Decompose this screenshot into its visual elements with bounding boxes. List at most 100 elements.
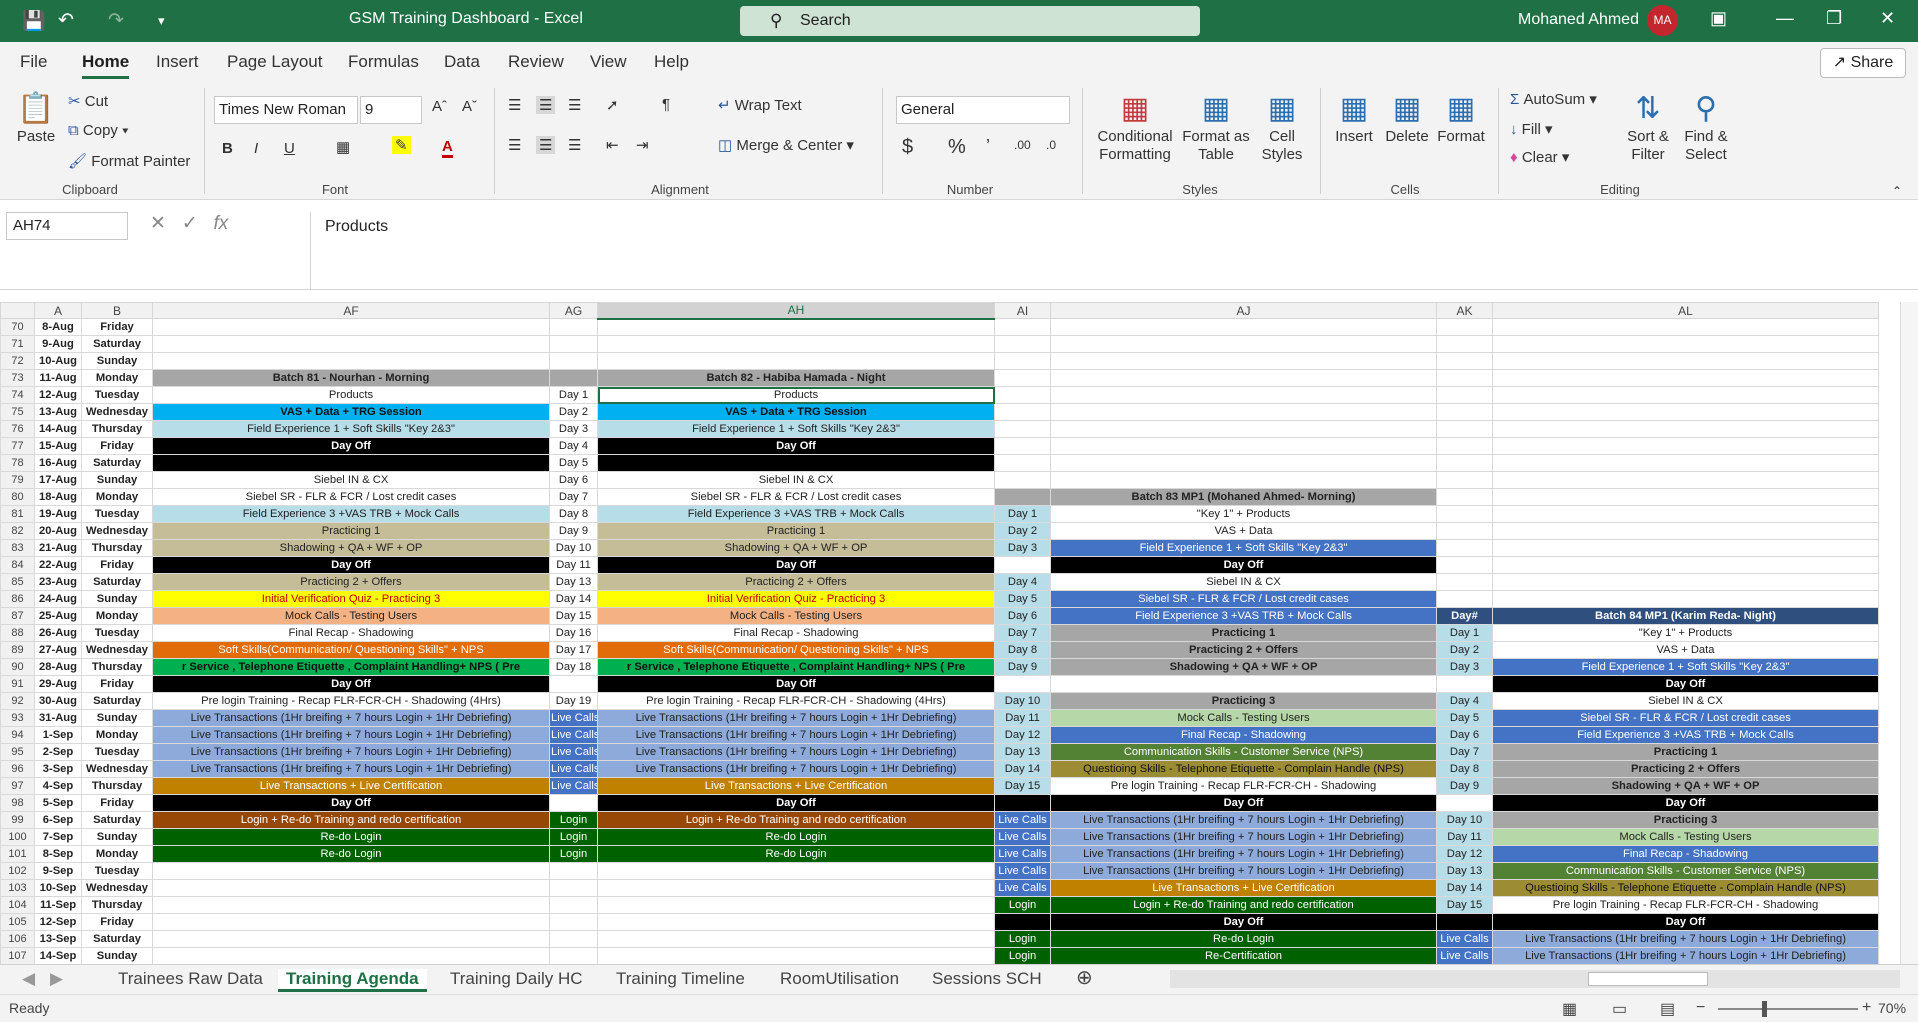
agenda-cell[interactable] <box>1436 522 1493 540</box>
row-header[interactable]: 84 <box>0 556 35 574</box>
agenda-cell[interactable]: Communication Skills - Customer Service … <box>1050 743 1437 761</box>
align-top-icon[interactable]: ☰ <box>508 96 521 114</box>
agenda-cell[interactable]: Live Calls <box>994 811 1051 829</box>
row-header[interactable]: 92 <box>0 692 35 710</box>
agenda-cell[interactable]: Pre login Training - Recap FLR-FCR-CH - … <box>1050 777 1437 795</box>
agenda-cell[interactable]: Day 10 <box>549 539 598 557</box>
agenda-cell[interactable]: Day 1 <box>994 505 1051 523</box>
agenda-cell[interactable] <box>597 335 995 353</box>
agenda-cell[interactable]: Day 7 <box>994 624 1051 642</box>
agenda-cell[interactable]: Login <box>549 828 598 846</box>
row-header[interactable]: 101 <box>0 845 35 863</box>
wrap-text-button[interactable]: ↵ Wrap Text <box>718 96 802 114</box>
agenda-cell[interactable]: Day 6 <box>994 607 1051 625</box>
agenda-cell[interactable]: Final Recap - Shadowing <box>1492 845 1879 863</box>
agenda-cell[interactable]: Day 12 <box>1436 845 1493 863</box>
date-cell[interactable]: 9-Sep <box>34 862 82 880</box>
agenda-cell[interactable]: Final Recap - Shadowing <box>597 624 995 642</box>
agenda-cell[interactable] <box>549 335 598 353</box>
zoom-slider[interactable] <box>1718 1008 1858 1010</box>
agenda-cell[interactable]: Live Transactions (1Hr breifing + 7 hour… <box>597 709 995 727</box>
agenda-cell[interactable]: VAS + Data <box>1050 522 1437 540</box>
undo-icon[interactable]: ↶ <box>58 9 74 32</box>
agenda-cell[interactable]: Mock Calls - Testing Users <box>1492 828 1879 846</box>
agenda-cell[interactable] <box>152 335 550 353</box>
agenda-cell[interactable]: Practicing 2 + Offers <box>597 573 995 591</box>
agenda-cell[interactable]: Day Off <box>152 556 550 574</box>
agenda-cell[interactable] <box>994 369 1051 387</box>
agenda-cell[interactable]: Live Calls <box>994 845 1051 863</box>
shrink-font-icon[interactable]: Aˇ <box>462 98 477 115</box>
agenda-cell[interactable] <box>1492 590 1879 608</box>
weekday-cell[interactable]: Friday <box>81 675 153 693</box>
agenda-cell[interactable]: Soft Skills(Communication/ Questioning S… <box>152 641 550 659</box>
agenda-cell[interactable] <box>1050 437 1437 455</box>
agenda-cell[interactable] <box>549 352 598 370</box>
agenda-cell[interactable]: Live Transactions (1Hr breifing + 7 hour… <box>597 760 995 778</box>
next-sheet-icon[interactable]: ▶ <box>50 969 63 989</box>
row-header[interactable]: 76 <box>0 420 35 438</box>
weekday-cell[interactable]: Sunday <box>81 352 153 370</box>
agenda-cell[interactable] <box>549 369 598 387</box>
agenda-cell[interactable]: Re-do Login <box>152 828 550 846</box>
agenda-cell[interactable] <box>1492 454 1879 472</box>
weekday-cell[interactable]: Thursday <box>81 658 153 676</box>
agenda-cell[interactable]: Day 7 <box>1436 743 1493 761</box>
bold-button[interactable]: B <box>222 140 233 157</box>
date-cell[interactable]: 13-Aug <box>34 403 82 421</box>
sheet-tab-training-agenda[interactable]: Training Agenda <box>278 969 427 992</box>
row-header[interactable]: 91 <box>0 675 35 693</box>
agenda-cell[interactable]: Shadowing + QA + WF + OP <box>597 539 995 557</box>
agenda-cell[interactable]: Day# <box>1436 607 1493 625</box>
agenda-cell[interactable]: Practicing 2 + Offers <box>152 573 550 591</box>
agenda-cell[interactable]: Day 9 <box>549 522 598 540</box>
row-header[interactable]: 97 <box>0 777 35 795</box>
agenda-cell[interactable]: Day 8 <box>1436 760 1493 778</box>
agenda-cell[interactable] <box>597 454 995 472</box>
weekday-cell[interactable]: Monday <box>81 488 153 506</box>
date-cell[interactable]: 26-Aug <box>34 624 82 642</box>
normal-view-icon[interactable]: ▦ <box>1562 999 1577 1019</box>
agenda-cell[interactable] <box>994 556 1051 574</box>
agenda-cell[interactable]: Siebel IN & CX <box>597 471 995 489</box>
align-left-icon[interactable]: ☰ <box>508 136 521 154</box>
row-header[interactable]: 82 <box>0 522 35 540</box>
weekday-cell[interactable]: Monday <box>81 607 153 625</box>
date-cell[interactable]: 15-Aug <box>34 437 82 455</box>
vertical-scrollbar[interactable] <box>1900 302 1918 964</box>
agenda-cell[interactable]: Live Calls <box>549 777 598 795</box>
agenda-cell[interactable] <box>1436 913 1493 931</box>
agenda-cell[interactable]: Live Transactions (1Hr breifing + 7 hour… <box>152 760 550 778</box>
date-cell[interactable]: 9-Aug <box>34 335 82 353</box>
agenda-cell[interactable]: Field Experience 3 +VAS TRB + Mock Calls <box>152 505 550 523</box>
italic-button[interactable]: I <box>254 140 258 157</box>
close-icon[interactable]: ✕ <box>1880 8 1895 29</box>
agenda-cell[interactable]: Siebel SR - FLR & FCR / Lost credit case… <box>152 488 550 506</box>
share-button[interactable]: ↗ Share <box>1820 48 1906 78</box>
agenda-cell[interactable]: Day 6 <box>549 471 598 489</box>
decrease-indent-icon[interactable]: ⇤ <box>606 136 619 154</box>
agenda-cell[interactable]: Day 14 <box>994 760 1051 778</box>
date-cell[interactable]: 23-Aug <box>34 573 82 591</box>
date-cell[interactable]: 4-Sep <box>34 777 82 795</box>
agenda-cell[interactable]: Day 11 <box>994 709 1051 727</box>
weekday-cell[interactable]: Wednesday <box>81 879 153 897</box>
tab-insert[interactable]: Insert <box>156 52 199 72</box>
agenda-cell[interactable]: Field Experience 3 +VAS TRB + Mock Calls <box>597 505 995 523</box>
date-cell[interactable]: 8-Sep <box>34 845 82 863</box>
sheet-tab-training-timeline[interactable]: Training Timeline <box>616 969 745 989</box>
date-cell[interactable]: 31-Aug <box>34 709 82 727</box>
agenda-cell[interactable]: Day 17 <box>549 641 598 659</box>
agenda-cell[interactable]: Practicing 2 + Offers <box>1050 641 1437 659</box>
agenda-cell[interactable]: Day 18 <box>549 658 598 676</box>
cancel-icon[interactable]: ✕ <box>150 213 166 234</box>
row-header[interactable]: 104 <box>0 896 35 914</box>
column-header[interactable]: AI <box>994 302 1051 319</box>
agenda-cell[interactable] <box>1050 335 1437 353</box>
worksheet[interactable]: A B AF AG AH AI AJ AK AL 70 8-Aug Friday 71 9-Aug Sat… <box>0 302 1900 964</box>
agenda-cell[interactable]: r Service , Telephone Etiquette , Compla… <box>152 658 550 676</box>
column-header[interactable]: AH <box>597 302 995 320</box>
date-cell[interactable]: 11-Sep <box>34 896 82 914</box>
increase-indent-icon[interactable]: ⇥ <box>636 136 649 154</box>
agenda-cell[interactable] <box>1492 573 1879 591</box>
